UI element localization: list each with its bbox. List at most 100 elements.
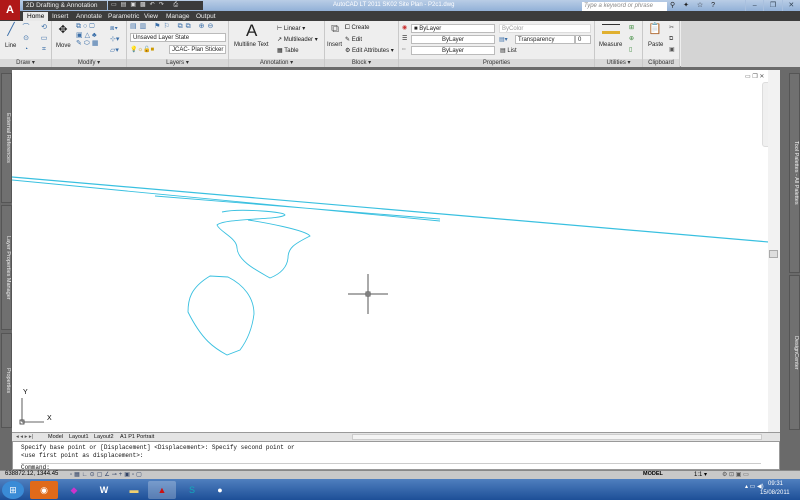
linetype-dropdown[interactable]: ByLayer — [411, 46, 495, 55]
quick-access-toolbar[interactable]: ▭▤▣▩↶↷ ⎙ — [108, 1, 203, 10]
drawing-canvas[interactable] — [11, 70, 781, 432]
app-taskbar-icon[interactable]: ◆ — [60, 481, 88, 499]
insert-block-icon[interactable]: ⧉ — [329, 24, 341, 37]
tab-insert[interactable]: Insert — [48, 12, 72, 21]
vertical-scrollbar[interactable] — [768, 70, 780, 432]
palette-external-references[interactable]: External References — [1, 73, 12, 203]
status-tray-icons[interactable]: ⚙ ⊡ ▣ ▭ — [722, 471, 749, 478]
contour-shape-blob — [187, 275, 255, 356]
measure-icon[interactable] — [602, 24, 620, 34]
drawing-area[interactable]: Y X ▭ ❐ ✕ — [11, 70, 781, 432]
polyline-icon[interactable]: ⌒ — [22, 24, 30, 32]
layout-tab-model[interactable]: Model — [48, 434, 63, 440]
palette-layer-properties[interactable]: Layer Properties Manager — [1, 205, 12, 330]
linear-button[interactable]: ⊢ Linear ▾ — [277, 25, 305, 32]
lineweight-dropdown[interactable]: ByLayer — [411, 35, 495, 44]
close-icon[interactable]: ✕ — [781, 0, 800, 11]
edit-attributes-button[interactable]: ⚙ Edit Attributes ▾ — [345, 47, 394, 54]
list-button[interactable]: ▤ List — [500, 47, 517, 54]
multiline-text-button[interactable]: Multiline Text — [234, 42, 269, 48]
drafting-toggles[interactable]: ▫▦∟⊙▢∠⊸+▣▫▢ — [70, 471, 144, 478]
hatch-icon[interactable]: ▭ — [40, 35, 48, 43]
command-window[interactable]: Specify base point or [Displacement] <Di… — [12, 441, 780, 471]
paste-button[interactable]: Paste — [648, 42, 663, 48]
start-button[interactable]: ⊞ — [2, 481, 24, 499]
rectangle-icon[interactable]: ⟲ — [40, 24, 48, 32]
layers-panel-label[interactable]: Layers ▾ — [127, 59, 228, 67]
create-block-button[interactable]: ⧠ Create — [345, 25, 369, 32]
explorer-taskbar-icon[interactable]: ▬ — [120, 481, 148, 499]
properties-panel-label[interactable]: Properties — [399, 59, 594, 67]
block-panel-label[interactable]: Block ▾ — [325, 59, 398, 67]
scrollbar-thumb[interactable] — [769, 250, 778, 258]
ribbon: ╱ Line ⌒ ⊙ ◔ ⟲ ▭ ⌗ Draw ▾ ✥ Move ⧉○▢ ▣△♣ ✎… — [0, 21, 800, 67]
search-input[interactable]: Type a keyword or phrase — [582, 2, 667, 11]
viewport-controls[interactable]: ▭ ❐ ✕ — [745, 73, 764, 80]
transparency-input[interactable]: 0 — [575, 35, 591, 44]
word-taskbar-icon[interactable]: W — [90, 481, 118, 499]
clipboard-panel-label[interactable]: Clipboard — [643, 59, 679, 67]
measure-button[interactable]: Measure — [599, 42, 622, 48]
window-controls[interactable]: – ❐ ✕ — [745, 0, 800, 11]
maximize-icon[interactable]: ❐ — [763, 0, 781, 11]
color-dropdown[interactable]: ■ ByLayer — [411, 24, 495, 33]
clipboard-panel: 📋 Paste ✂ ⧉ ▣ Clipboard — [643, 21, 680, 67]
edit-block-button[interactable]: ✎ Edit — [345, 36, 362, 43]
tab-parametric[interactable]: Parametric — [104, 12, 143, 21]
tab-annotate[interactable]: Annotate — [72, 12, 106, 21]
layout-nav-arrows[interactable]: ◂ ◂ ▸ ▸| — [16, 434, 33, 440]
circle-icon[interactable]: ⊙ — [22, 35, 30, 43]
layer-tools-icons[interactable]: ▤▥ ⚑⚐ ⧉⧉ ⊕⊖ — [130, 22, 216, 31]
modify-panel-label[interactable]: Modify ▾ — [52, 59, 126, 67]
annotation-panel-label[interactable]: Annotation ▾ — [229, 59, 324, 67]
layer-state-dropdown[interactable]: Unsaved Layer State — [130, 33, 226, 42]
multiline-text-icon[interactable]: A — [246, 21, 257, 41]
infocenter-icons[interactable]: ⚲ ✦ ☆ ? — [670, 1, 718, 9]
workspace-dropdown[interactable]: 2D Drafting & Annotation — [23, 1, 107, 10]
arc-icon[interactable]: ◔ — [22, 46, 30, 54]
minimize-icon[interactable]: – — [745, 0, 763, 11]
cut-copy-icons[interactable]: ✂ ⧉ ▣ — [669, 23, 675, 56]
multileader-button[interactable]: ↗ Multileader ▾ — [277, 36, 318, 43]
tab-output[interactable]: Output — [192, 12, 220, 21]
coordinates-readout[interactable]: 638872.12, 1344.45 — [5, 471, 58, 477]
utilities-panel-label[interactable]: Utilities ▾ — [595, 59, 642, 67]
plot-style-dropdown[interactable]: ByColor — [499, 24, 591, 33]
horizontal-scrollbar[interactable] — [352, 434, 762, 440]
media-taskbar-icon[interactable]: ● — [206, 481, 234, 499]
current-layer-dropdown[interactable]: JCAC- Plan Sticker — [169, 45, 226, 54]
palette-tool-palettes[interactable]: Tool Palettes - All Palettes — [789, 73, 800, 273]
edit-attributes-icon: ⚙ — [345, 48, 353, 54]
autocad-taskbar-icon[interactable]: ▲ — [148, 481, 176, 499]
line-icon[interactable]: ╱ — [5, 23, 17, 39]
layout-tab-a1-p1-portrait[interactable]: A1 P1 Portrait — [120, 434, 154, 440]
draw-panel-label[interactable]: Draw ▾ — [0, 59, 51, 67]
table-button[interactable]: ▦ Table — [277, 47, 299, 54]
modify-tools-icons[interactable]: ⧉○▢ ▣△♣ ✎⬭▦ — [76, 23, 100, 48]
skype-taskbar-icon[interactable]: S — [178, 481, 206, 499]
color-value: ByLayer — [419, 26, 442, 32]
palette-designcenter[interactable]: DesignCenter — [789, 275, 800, 430]
tab-home[interactable]: Home — [23, 12, 49, 21]
clock-date[interactable]: 15/08/2011 — [760, 490, 790, 496]
tab-view[interactable]: View — [140, 12, 162, 21]
tray-icons[interactable]: ▴ ▭ ◀) — [745, 483, 764, 490]
model-space-button[interactable]: MODEL — [643, 471, 663, 477]
modify-tools-icons-2[interactable]: ⧈▾ ⊹▾ ▱▾ — [110, 23, 119, 56]
move-button[interactable]: Move — [56, 43, 71, 49]
annotation-scale[interactable]: 1:1 ▾ — [694, 471, 707, 478]
application-menu-button[interactable]: A — [0, 0, 20, 20]
utility-tools-icons[interactable]: ⊞ ⊕ ▯ — [629, 23, 634, 56]
layout-tab-layout1[interactable]: Layout1 — [69, 434, 89, 440]
layer-status-icons[interactable]: 💡☼🔓■ — [130, 46, 154, 53]
firefox-taskbar-icon[interactable]: ◉ — [30, 481, 58, 499]
clock-time[interactable]: 09:31 — [768, 481, 783, 487]
line-button[interactable]: Line — [5, 43, 16, 49]
tab-manage[interactable]: Manage — [162, 12, 194, 21]
move-icon[interactable]: ✥ — [57, 25, 69, 38]
layout-tab-layout2[interactable]: Layout2 — [94, 434, 114, 440]
paste-icon[interactable]: 📋 — [648, 24, 662, 37]
region-icon[interactable]: ⌗ — [40, 46, 48, 54]
insert-button[interactable]: Insert — [327, 42, 342, 48]
palette-properties[interactable]: Properties — [1, 333, 12, 428]
